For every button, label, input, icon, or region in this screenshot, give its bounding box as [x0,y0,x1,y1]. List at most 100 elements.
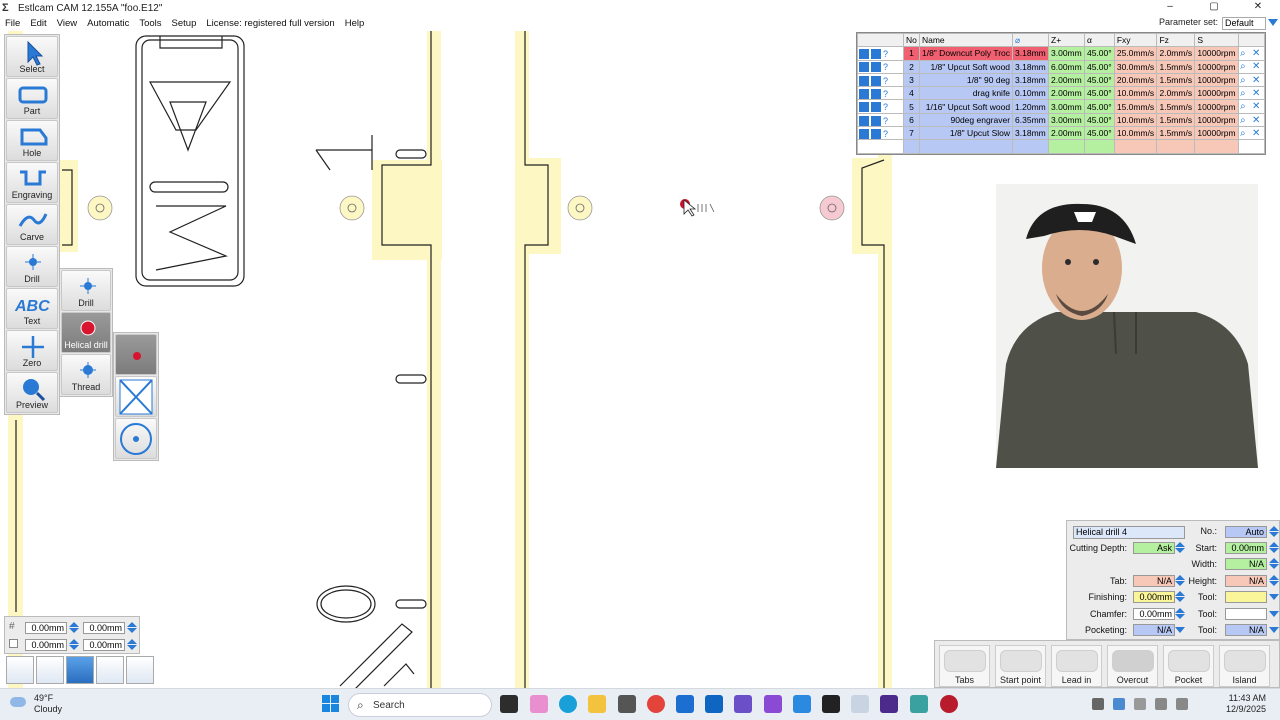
tool-speed-cell[interactable]: 10000rpm [1194,112,1239,128]
tool-fz-cell[interactable]: 2.0mm/s [1156,86,1196,101]
store-icon[interactable] [676,695,694,713]
coord-y1-spinner-icon[interactable] [68,639,79,650]
task-view-icon[interactable] [500,695,518,713]
close-icon[interactable]: ✕ [1252,102,1262,112]
wrench-icon[interactable] [859,75,869,86]
height-spinner-icon[interactable] [1268,575,1279,586]
tool-row-icons[interactable]: ? [857,72,904,88]
vscode-icon[interactable] [793,695,811,713]
menu-tools[interactable]: Tools [134,16,166,31]
coord-y2-spinner-icon[interactable] [126,639,137,650]
app-icon-3[interactable] [910,695,928,713]
start-field[interactable]: 0.00mm [1225,542,1267,554]
tool-name-cell[interactable]: 1/16" Upcut Soft wood [918,99,1014,114]
network-icon[interactable] [1155,698,1167,710]
help-icon[interactable]: ? [883,102,893,112]
chevron-down-icon[interactable] [1268,608,1280,620]
tool-diameter-cell[interactable]: 6.35mm [1012,112,1050,128]
paste-icon[interactable] [36,656,64,684]
app-icon-4[interactable] [940,695,958,713]
close-icon[interactable]: ✕ [1252,89,1262,99]
chamfer-tool-select[interactable] [1225,608,1267,620]
menu-view[interactable]: View [52,16,82,31]
tool-speed-cell[interactable]: 10000rpm [1194,59,1239,74]
tool-fz-cell[interactable]: 1.5mm/s [1156,126,1196,141]
help-icon[interactable]: ? [883,116,893,126]
tool-diameter-cell[interactable]: 1.20mm [1012,99,1050,114]
finishing-tool-select[interactable] [1225,591,1267,603]
tool-row-actions[interactable]: ⌕ ✕ [1238,46,1265,61]
tool-angle-cell[interactable]: 45.00° [1083,99,1115,114]
search-icon[interactable]: ⌕ [1240,89,1250,99]
tool-diameter-cell[interactable]: 3.18mm [1012,59,1050,74]
coord-x2-field[interactable]: 0.00mm [83,622,125,634]
tool-fxy-cell[interactable]: 30.0mm/s [1113,59,1158,74]
search-icon[interactable]: ⌕ [1240,49,1250,59]
tool-row[interactable]: ? 6 90deg engraver 6.35mm 3.00mm 45.00° 10.0mm… [857,112,1265,128]
drill-flyout-drill-button[interactable]: Drill [61,270,111,311]
copy-icon[interactable] [6,656,34,684]
estlcam-task-icon[interactable] [851,695,869,713]
move-icon[interactable] [126,656,154,684]
coord-x1-field[interactable]: 0.00mm [25,622,67,634]
tool-fz-cell[interactable]: 1.5mm/s [1156,112,1196,128]
tool-z-cell[interactable]: 3.00mm [1048,99,1085,114]
tool-row[interactable]: ? 4 drag knife 0.10mm 2.00mm 45.00° 10.0mm/s 2.… [857,86,1265,101]
outlook-icon[interactable] [705,695,723,713]
search-icon[interactable]: ⌕ [1240,75,1250,86]
menu-file[interactable]: File [0,16,25,31]
tool-angle-cell[interactable]: 45.00° [1083,72,1115,88]
wrench-icon[interactable] [859,102,869,113]
tool-name-cell[interactable]: 1/8" Upcut Soft wood [918,59,1014,74]
col-fxy[interactable]: Fxy [1113,32,1158,48]
tool-angle-cell[interactable]: 45.00° [1083,112,1115,128]
help-icon[interactable]: ? [883,49,893,59]
minimize-button[interactable]: – [1148,0,1192,16]
tool-fxy-cell[interactable]: 15.0mm/s [1113,99,1158,114]
tool-diameter-cell[interactable]: 0.10mm [1012,86,1050,101]
cutting-depth-field[interactable]: Ask [1133,542,1175,554]
no-field[interactable]: Auto [1225,526,1267,538]
chrome-icon[interactable] [647,695,665,713]
tool-no-cell[interactable]: 2 [903,59,920,74]
checkbox[interactable] [9,639,18,648]
helical-option-dot-button[interactable] [115,334,157,375]
chevron-down-icon[interactable] [1268,19,1278,26]
tool-row[interactable]: ? 7 1/8" Upcut Slow 3.18mm 2.00mm 45.00° 10.0m… [857,126,1265,141]
tool-speed-cell[interactable]: 10000rpm [1194,46,1239,61]
chevron-down-icon[interactable] [1268,591,1280,603]
onedrive-icon[interactable] [1113,698,1125,710]
island-button[interactable]: Island [1219,645,1270,687]
teams-icon[interactable] [734,695,752,713]
close-icon[interactable]: ✕ [1252,115,1262,126]
col-angle[interactable]: α [1083,32,1115,48]
tool-fz-cell[interactable]: 1.5mm/s [1156,59,1196,74]
app-icon-2[interactable] [880,695,898,713]
tool-table-empty-row[interactable] [857,139,1265,154]
lock-icon[interactable] [871,49,881,60]
tool-fxy-cell[interactable]: 25.0mm/s [1113,46,1158,61]
finishing-field[interactable]: 0.00mm [1133,591,1175,603]
edge-browser-icon[interactable] [559,695,577,713]
drill-button[interactable]: Drill [6,246,58,287]
chevron-down-icon[interactable] [1174,624,1186,636]
chamfer-field[interactable]: 0.00mm [1133,608,1175,620]
help-icon[interactable]: ? [883,89,893,99]
windows-start-icon[interactable] [322,695,340,713]
tool-speed-cell[interactable]: 10000rpm [1194,99,1239,114]
tool-angle-cell[interactable]: 45.00° [1083,59,1115,74]
taskbar-search-box[interactable]: ⌕ Search [348,693,492,717]
tool-row-icons[interactable]: ? [857,59,904,74]
tool-row-actions[interactable]: ⌕ ✕ [1238,86,1265,101]
tool-angle-cell[interactable]: 45.00° [1083,46,1115,61]
tool-speed-cell[interactable]: 10000rpm [1194,126,1239,141]
delete-x-icon[interactable] [66,656,94,684]
maximize-button[interactable]: ▢ [1192,0,1236,16]
select-button[interactable]: Select [6,36,58,77]
col-no[interactable]: No [903,32,920,48]
menu-setup[interactable]: Setup [167,16,202,31]
tool-no-cell[interactable]: 5 [903,99,920,114]
wrench-icon[interactable] [859,128,869,139]
text-button[interactable]: ABC Text [6,288,58,329]
menu-automatic[interactable]: Automatic [82,16,134,31]
